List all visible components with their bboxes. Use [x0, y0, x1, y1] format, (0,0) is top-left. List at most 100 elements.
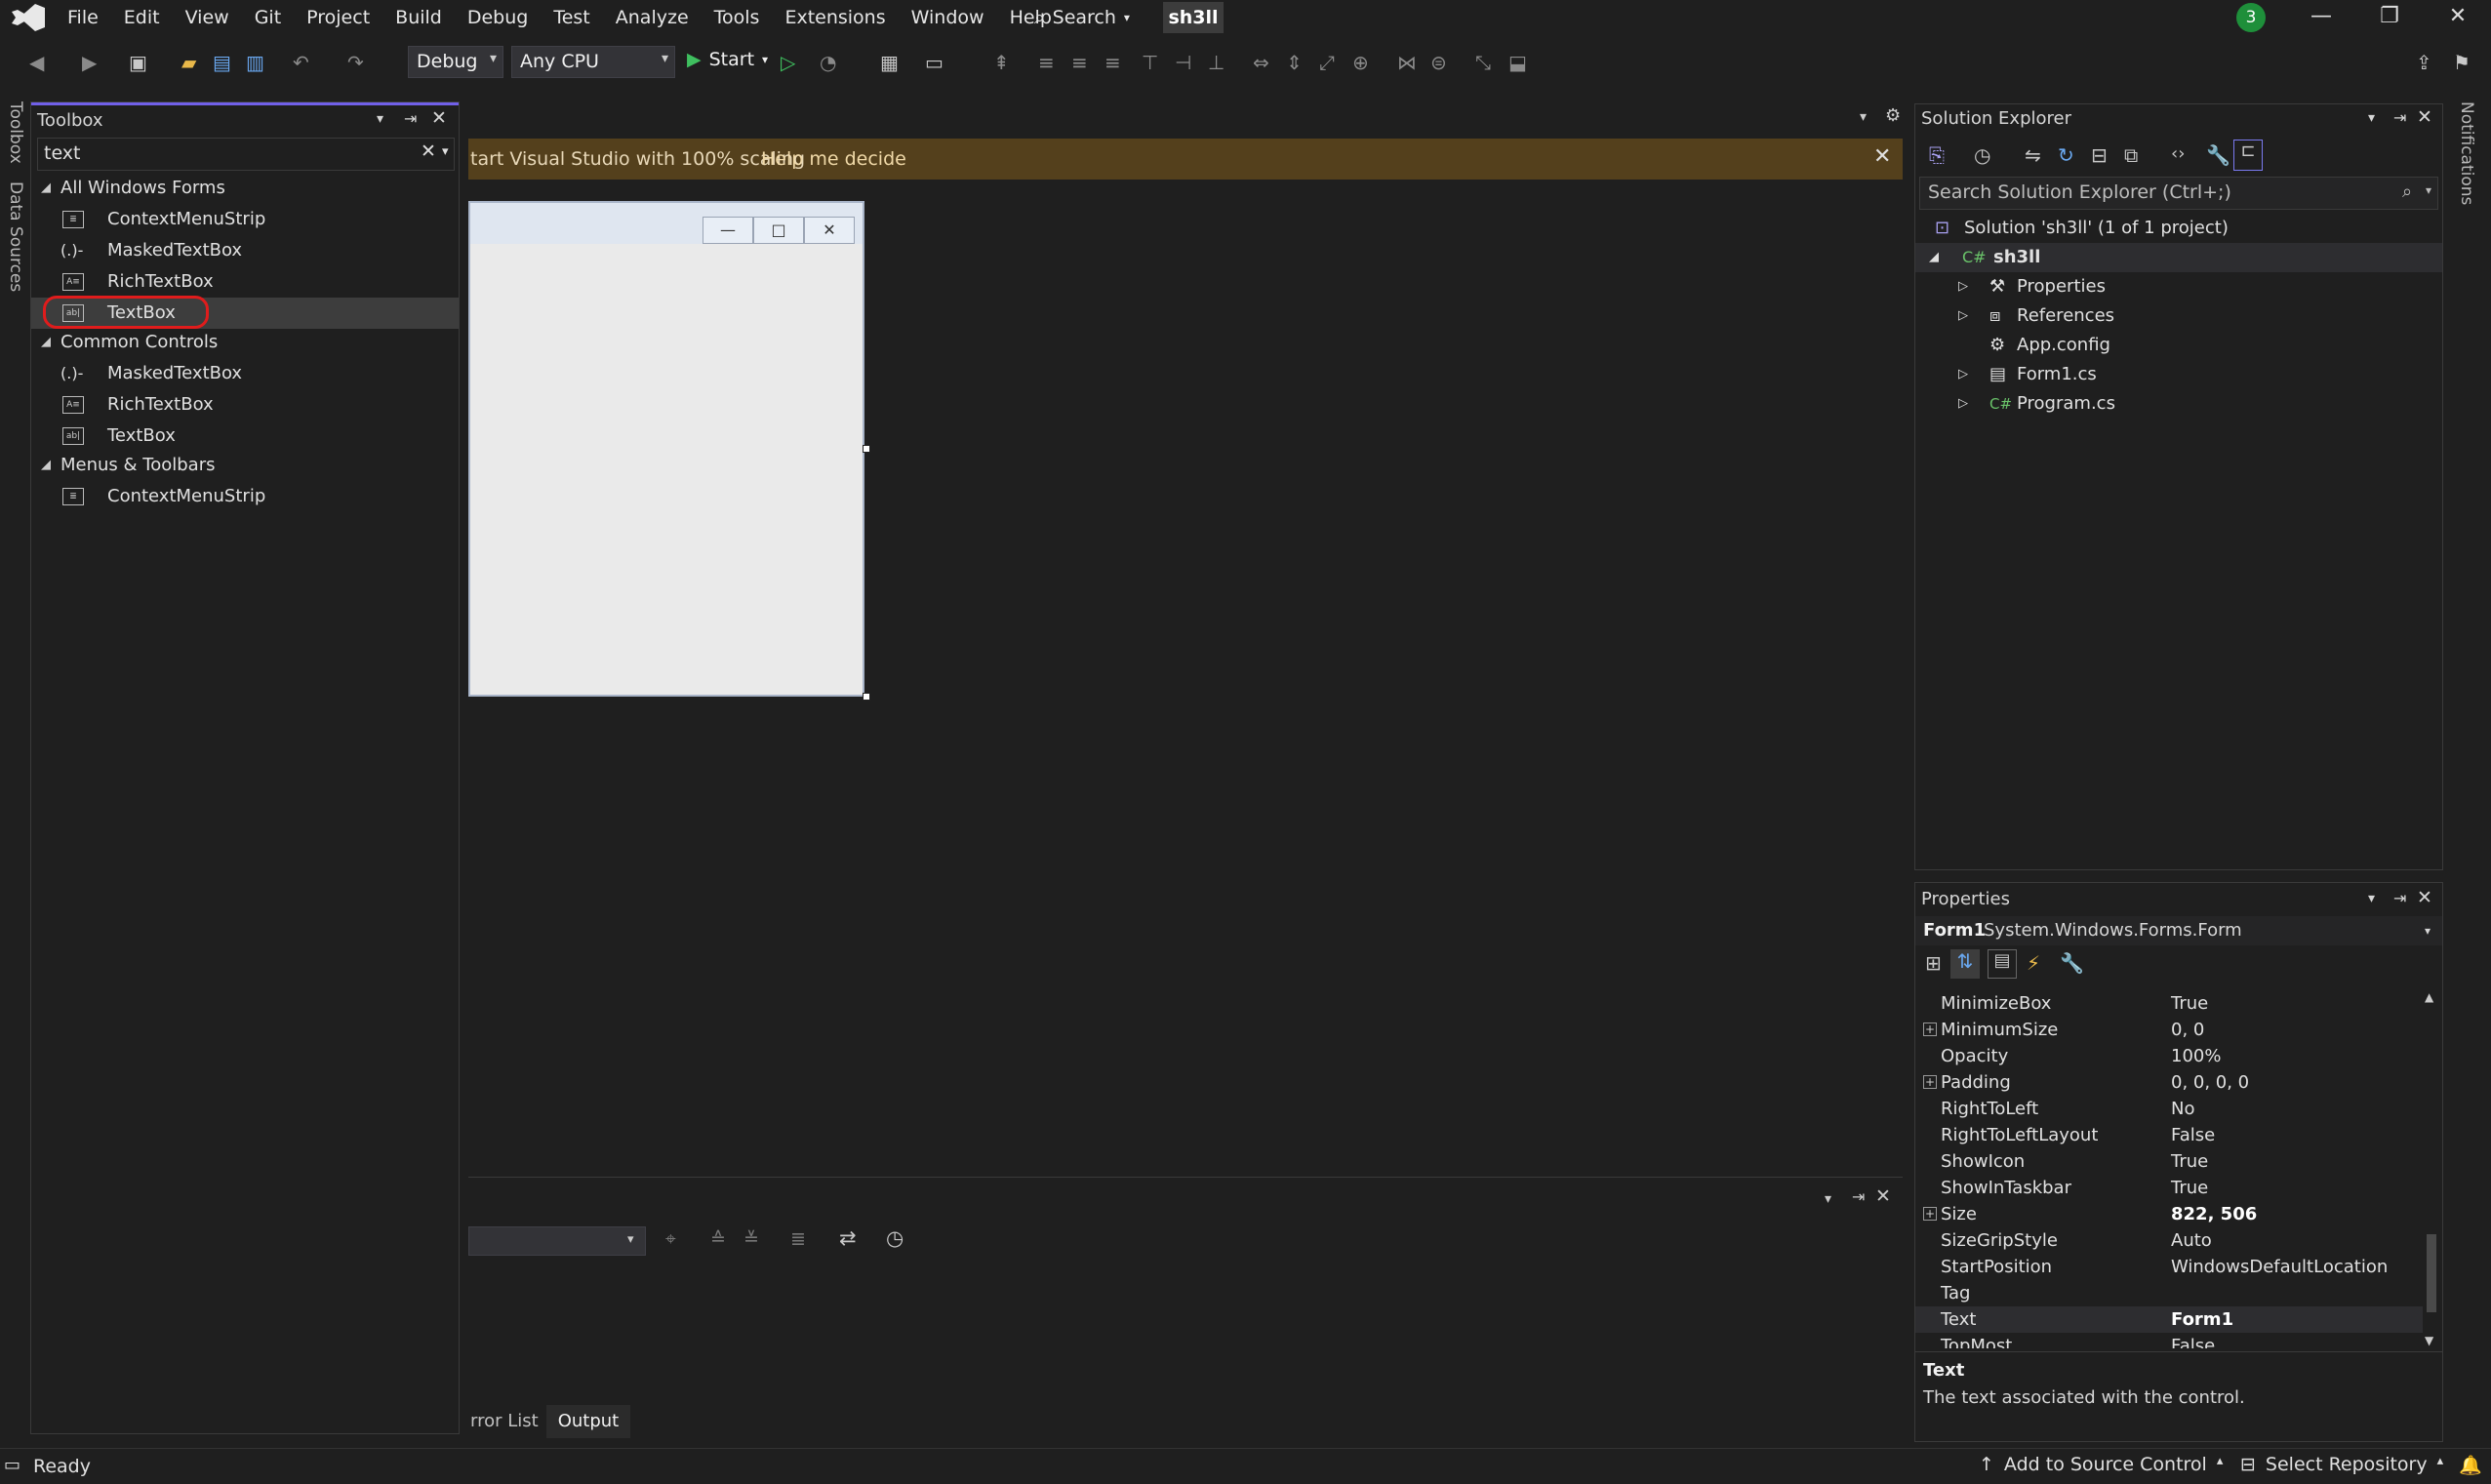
layout-icon[interactable]: ▭: [925, 51, 944, 74]
property-value[interactable]: Form1: [2171, 1306, 2233, 1333]
property-row[interactable]: TopMost False: [1915, 1333, 2423, 1348]
resize-handle-right[interactable]: [863, 445, 870, 453]
notifications-side-tab[interactable]: Notifications: [2457, 101, 2476, 205]
close-window-icon[interactable]: ✕: [2424, 0, 2491, 35]
menu-file[interactable]: File: [55, 0, 111, 35]
tab-order-icon[interactable]: ⇞: [993, 51, 1010, 74]
make-same-height-icon[interactable]: ⇕: [1286, 51, 1303, 74]
close-infobar-icon[interactable]: ✕: [1873, 144, 1891, 169]
hot-reload-icon[interactable]: ◔: [820, 51, 836, 74]
scroll-up-icon[interactable]: ▲: [2425, 990, 2433, 1004]
menu-analyze[interactable]: Analyze: [603, 0, 702, 35]
notification-count-badge[interactable]: 3: [2236, 3, 2266, 32]
toolbox-item-contextmenustrip[interactable]: ≣ ContextMenuStrip: [31, 204, 459, 235]
view-code-icon[interactable]: ‹›: [2171, 143, 2185, 164]
align-center-icon[interactable]: ≡: [1071, 51, 1088, 74]
expand-icon[interactable]: +: [1923, 1075, 1937, 1089]
menu-window[interactable]: Window: [899, 0, 997, 35]
zoom-icon[interactable]: ⊕: [1352, 51, 1369, 74]
solution-name-badge[interactable]: sh3ll: [1163, 2, 1224, 33]
toolbox-item-maskedtextbox[interactable]: (.)- MaskedTextBox: [31, 235, 459, 266]
form1-preview[interactable]: — □ ✕: [468, 201, 864, 697]
toolbox-item-textbox-selected[interactable]: ab| TextBox: [31, 296, 459, 329]
bring-to-front-icon[interactable]: ⤡: [1475, 51, 1491, 74]
menu-view[interactable]: View: [173, 0, 242, 35]
data-sources-side-tab[interactable]: Data Sources: [6, 181, 25, 292]
pin-icon[interactable]: ⇥: [1852, 1187, 1865, 1206]
solution-search-input[interactable]: Search Solution Explorer (Ctrl+;) ⌕ ▾: [1919, 177, 2438, 210]
tree-node-program-cs[interactable]: ▷ C# Program.cs: [1915, 389, 2442, 419]
close-icon[interactable]: ✕: [1875, 1185, 1891, 1207]
align-top-icon[interactable]: ⊤: [1142, 51, 1158, 74]
properties-view-icon[interactable]: ▤: [1988, 949, 2017, 979]
make-same-width-icon[interactable]: ⇔: [1253, 51, 1269, 74]
menu-debug[interactable]: Debug: [455, 0, 541, 35]
tree-node-references[interactable]: ▷ ⧈ References: [1915, 301, 2442, 331]
output-source-select[interactable]: ▾: [468, 1226, 646, 1256]
gear-icon[interactable]: ⚙: [1885, 105, 1901, 126]
property-row[interactable]: Opacity 100%: [1915, 1043, 2423, 1069]
align-left-icon[interactable]: ≡: [1038, 51, 1055, 74]
menu-git[interactable]: Git: [242, 0, 294, 35]
property-row[interactable]: + Size 822, 506: [1915, 1201, 2423, 1227]
toolbox-group-common-controls[interactable]: ◢ Common Controls: [31, 327, 459, 358]
switch-views-icon[interactable]: ⎘: [1929, 143, 1945, 167]
help-me-decide-link[interactable]: Help me decide: [761, 148, 906, 170]
undo-icon[interactable]: ↶: [293, 51, 309, 74]
menu-project[interactable]: Project: [294, 0, 382, 35]
chevron-down-icon[interactable]: ▾: [1825, 1191, 1831, 1207]
scrollbar-thumb[interactable]: [2427, 1234, 2436, 1312]
toolbox-side-tab[interactable]: Toolbox: [6, 101, 25, 164]
collapse-all-icon[interactable]: ⊟: [2091, 143, 2108, 167]
clear-search-icon[interactable]: ✕: [421, 140, 436, 162]
menu-edit[interactable]: Edit: [111, 0, 173, 35]
property-row[interactable]: RightToLeftLayout False: [1915, 1122, 2423, 1148]
preview-selected-icon[interactable]: ⊏: [2233, 140, 2263, 171]
toolbox-item-maskedtextbox[interactable]: (.)- MaskedTextBox: [31, 358, 459, 389]
pin-icon[interactable]: ⇥: [2393, 108, 2406, 127]
browse-icon[interactable]: ▦: [880, 51, 899, 74]
align-right-icon[interactable]: ≡: [1105, 51, 1121, 74]
toolbox-group-menus-toolbars[interactable]: ◢ Menus & Toolbars: [31, 450, 459, 481]
project-node[interactable]: ◢ C# sh3ll: [1915, 243, 2442, 272]
feedback-icon[interactable]: ⚑: [2453, 51, 2471, 74]
show-all-files-icon[interactable]: ⧉: [2124, 143, 2138, 167]
word-wrap-icon[interactable]: ⇄: [839, 1226, 857, 1250]
toolbox-item-richtextbox[interactable]: A≡ RichTextBox: [31, 266, 459, 298]
align-bottom-icon[interactable]: ⊥: [1208, 51, 1225, 74]
select-repository-button[interactable]: ⊟ Select Repository ▴: [2240, 1454, 2443, 1475]
tab-output[interactable]: Output: [545, 1405, 631, 1438]
send-to-back-icon[interactable]: ⬓: [1508, 51, 1527, 74]
chevron-down-icon[interactable]: ▾: [2368, 110, 2375, 126]
share-icon[interactable]: ⇪: [2416, 51, 2432, 74]
restore-icon[interactable]: ❐: [2355, 0, 2424, 35]
open-folder-icon[interactable]: ▰: [181, 51, 196, 74]
close-icon[interactable]: ✕: [2417, 106, 2432, 128]
add-to-source-control-button[interactable]: ↑ Add to Source Control ▴: [1979, 1454, 2223, 1475]
alphabetical-icon[interactable]: ⇅: [1950, 949, 1980, 979]
minimize-icon[interactable]: —: [2287, 0, 2355, 35]
wrench-icon[interactable]: 🔧: [2206, 143, 2230, 167]
expand-icon[interactable]: +: [1923, 1207, 1937, 1221]
start-button[interactable]: ▶ Start ▾: [687, 49, 768, 70]
close-icon[interactable]: ✕: [431, 107, 447, 129]
object-selector[interactable]: Form1 System.Windows.Forms.Form ▾: [1915, 916, 2442, 945]
vertical-spacing-icon[interactable]: ⊜: [1430, 51, 1447, 74]
expand-icon[interactable]: +: [1923, 1023, 1937, 1036]
clear-all-icon[interactable]: ≣: [790, 1228, 806, 1250]
property-row[interactable]: SizeGripStyle Auto: [1915, 1227, 2423, 1254]
redo-icon[interactable]: ↷: [347, 51, 364, 74]
scroll-down-icon[interactable]: ▼: [2425, 1334, 2433, 1347]
pin-icon[interactable]: ⇥: [2393, 889, 2406, 907]
property-row[interactable]: StartPosition WindowsDefaultLocation: [1915, 1254, 2423, 1280]
configuration-select[interactable]: Debug ▾: [408, 46, 503, 78]
pending-changes-icon[interactable]: ◷: [1974, 143, 1990, 167]
solution-node[interactable]: ⊡ Solution 'sh3ll' (1 of 1 project): [1915, 214, 2442, 243]
toolbox-search-input[interactable]: text ✕ ▾: [37, 138, 455, 171]
chevron-down-icon[interactable]: ▾: [442, 144, 449, 159]
align-middle-icon[interactable]: ⊣: [1175, 51, 1191, 74]
new-project-icon[interactable]: ▣: [129, 51, 147, 74]
bell-icon[interactable]: 🔔: [2459, 1454, 2482, 1476]
toolbox-item-richtextbox[interactable]: A≡ RichTextBox: [31, 389, 459, 421]
clock-icon[interactable]: ◷: [886, 1226, 904, 1250]
